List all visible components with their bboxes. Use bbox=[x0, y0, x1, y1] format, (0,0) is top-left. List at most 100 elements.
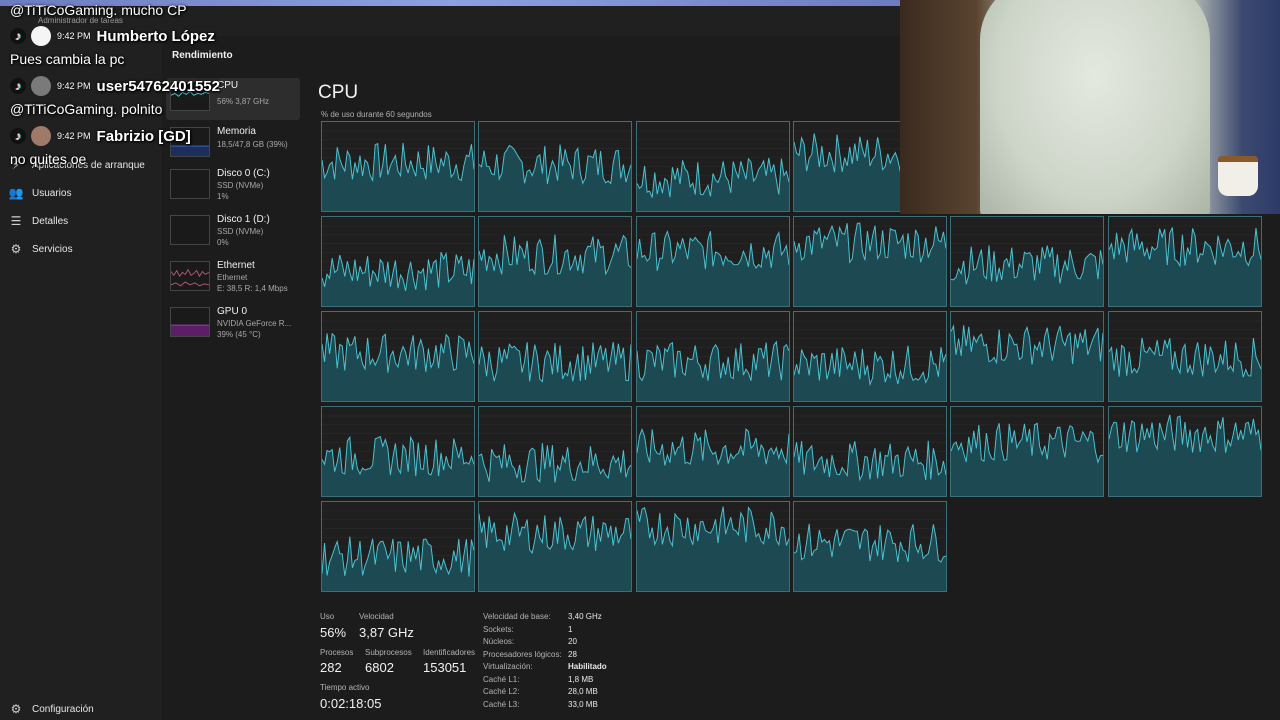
spec-value: 33,0 MB bbox=[568, 700, 598, 709]
spec-key: Caché L2: bbox=[483, 687, 520, 696]
logical-processor-graph bbox=[1107, 216, 1262, 307]
speed-value: 3,87 GHz bbox=[359, 625, 414, 640]
chat-time: 9:42 PM bbox=[57, 81, 91, 91]
processes-value: 282 bbox=[320, 660, 342, 675]
spec-key: Virtualización: bbox=[483, 662, 533, 671]
avatar bbox=[31, 76, 51, 96]
spec-value: Habilitado bbox=[568, 662, 607, 671]
spec-value: 1 bbox=[568, 625, 573, 634]
resource-name: Ethernet bbox=[217, 260, 255, 271]
cpu-title: CPU bbox=[318, 82, 359, 103]
processes-label: Procesos bbox=[320, 648, 354, 657]
resource-detail: SSD (NVMe) bbox=[217, 227, 264, 236]
logical-processor-graph bbox=[478, 311, 633, 402]
logical-processor-graph bbox=[321, 311, 475, 402]
gear-icon: ⚙ bbox=[10, 702, 22, 716]
chat-message: no quites oe bbox=[10, 151, 87, 167]
logical-processor-graph bbox=[635, 121, 790, 212]
logical-processor-graph bbox=[321, 121, 475, 212]
spec-key: Núcleos: bbox=[483, 637, 515, 646]
usage-label: Uso bbox=[320, 612, 335, 621]
nav-users[interactable]: 👥 Usuarios bbox=[0, 180, 162, 206]
avatar bbox=[31, 26, 51, 46]
logical-processor-graph bbox=[950, 216, 1105, 307]
chat-time: 9:42 PM bbox=[57, 131, 91, 141]
tiktok-icon: ♪ bbox=[10, 28, 26, 44]
nav-settings-label: Configuración bbox=[32, 703, 94, 715]
logical-processor-graph bbox=[635, 501, 790, 592]
spec-value: 28,0 MB bbox=[568, 687, 598, 696]
spec-value: 3,40 GHz bbox=[568, 612, 602, 621]
logical-processor-graph bbox=[321, 501, 475, 592]
spec-key: Sockets: bbox=[483, 625, 514, 634]
logical-processor-graph bbox=[635, 216, 790, 307]
resource-detail-2: E: 38,5 R: 1,4 Mbps bbox=[217, 284, 288, 293]
chat-user-row: ♪ 9:42 PM user54762401552 bbox=[10, 76, 220, 96]
chat-user-row: ♪ 9:42 PM Humberto López bbox=[10, 26, 215, 46]
logical-processor-graph bbox=[635, 406, 790, 497]
logical-processor-graph bbox=[950, 311, 1105, 402]
resource-ethernet[interactable]: Ethernet Ethernet E: 38,5 R: 1,4 Mbps bbox=[166, 258, 300, 300]
services-icon: ⚙ bbox=[10, 242, 22, 256]
resource-detail: SSD (NVMe) bbox=[217, 181, 264, 190]
disk-1-thumbnail bbox=[170, 215, 210, 245]
resource-name: Disco 1 (D:) bbox=[217, 214, 270, 225]
threads-value: 6802 bbox=[365, 660, 394, 675]
resource-detail: NVIDIA GeForce R... bbox=[217, 319, 292, 328]
users-icon: 👥 bbox=[8, 186, 24, 200]
spec-key: Caché L1: bbox=[483, 675, 520, 684]
cpu-graph-caption: % de uso durante 60 segundos bbox=[321, 110, 432, 119]
chat-username: Fabrizio [GD] bbox=[96, 127, 191, 145]
nav-details-label: Detalles bbox=[32, 215, 69, 227]
webcam-overlay bbox=[900, 0, 1280, 214]
live-chat-overlay: @TiTiCoGaming. mucho CP ♪ 9:42 PM Humber… bbox=[0, 0, 300, 180]
logical-processor-graph bbox=[792, 501, 947, 592]
logical-processor-graph bbox=[792, 311, 947, 402]
ethernet-thumbnail bbox=[170, 261, 210, 291]
nav-settings[interactable]: ⚙ Configuración bbox=[0, 696, 162, 720]
logical-processor-graph bbox=[635, 311, 790, 402]
chat-message: Pues cambia la pc bbox=[10, 51, 125, 67]
coffee-mug bbox=[1218, 156, 1258, 196]
resource-disk-1[interactable]: Disco 1 (D:) SSD (NVMe) 0% bbox=[166, 212, 300, 254]
spec-value: 20 bbox=[568, 637, 577, 646]
logical-processor-graph bbox=[478, 121, 633, 212]
resource-name: GPU 0 bbox=[217, 306, 248, 317]
chat-message: @TiTiCoGaming. polnito bbox=[10, 101, 163, 117]
nav-users-label: Usuarios bbox=[32, 187, 72, 199]
handles-value: 153051 bbox=[423, 660, 467, 675]
chat-username: user54762401552 bbox=[96, 77, 220, 95]
spec-value: 1,8 MB bbox=[568, 675, 594, 684]
spec-key: Procesadores lógicos: bbox=[483, 650, 562, 659]
resource-detail-2: 1% bbox=[217, 192, 229, 201]
logical-processor-graph bbox=[321, 216, 475, 307]
logical-processor-graph bbox=[478, 406, 633, 497]
logical-processor-graph bbox=[792, 216, 947, 307]
logical-processor-graph bbox=[321, 406, 475, 497]
uptime-label: Tiempo activo bbox=[320, 683, 370, 692]
uptime-value: 0:02:18:05 bbox=[320, 696, 382, 711]
spec-value: 28 bbox=[568, 650, 577, 659]
logical-processor-graph bbox=[792, 406, 947, 497]
chat-username: Humberto López bbox=[96, 27, 215, 45]
spec-key: Velocidad de base: bbox=[483, 612, 551, 621]
speed-label: Velocidad bbox=[359, 612, 394, 621]
nav-services-label: Servicios bbox=[32, 243, 73, 255]
nav-services[interactable]: ⚙ Servicios bbox=[0, 236, 162, 262]
usage-value: 56% bbox=[320, 625, 347, 640]
resource-detail-2: 39% (45 °C) bbox=[217, 330, 261, 339]
resource-gpu-0[interactable]: GPU 0 NVIDIA GeForce R... 39% (45 °C) bbox=[166, 304, 300, 346]
logical-processor-graph bbox=[1107, 311, 1262, 402]
chat-user-row: ♪ 9:42 PM Fabrizio [GD] bbox=[10, 126, 191, 146]
chat-message: @TiTiCoGaming. mucho CP bbox=[10, 2, 187, 18]
resource-detail: Ethernet bbox=[217, 273, 248, 282]
resource-detail-2: 0% bbox=[217, 238, 229, 247]
nav-details[interactable]: ☰ Detalles bbox=[0, 208, 162, 234]
logical-processor-graph bbox=[478, 216, 633, 307]
tiktok-icon: ♪ bbox=[10, 128, 26, 144]
tiktok-icon: ♪ bbox=[10, 78, 26, 94]
threads-label: Subprocesos bbox=[365, 648, 412, 657]
logical-processor-graph bbox=[950, 406, 1105, 497]
chat-time: 9:42 PM bbox=[57, 31, 91, 41]
spec-key: Caché L3: bbox=[483, 700, 520, 709]
